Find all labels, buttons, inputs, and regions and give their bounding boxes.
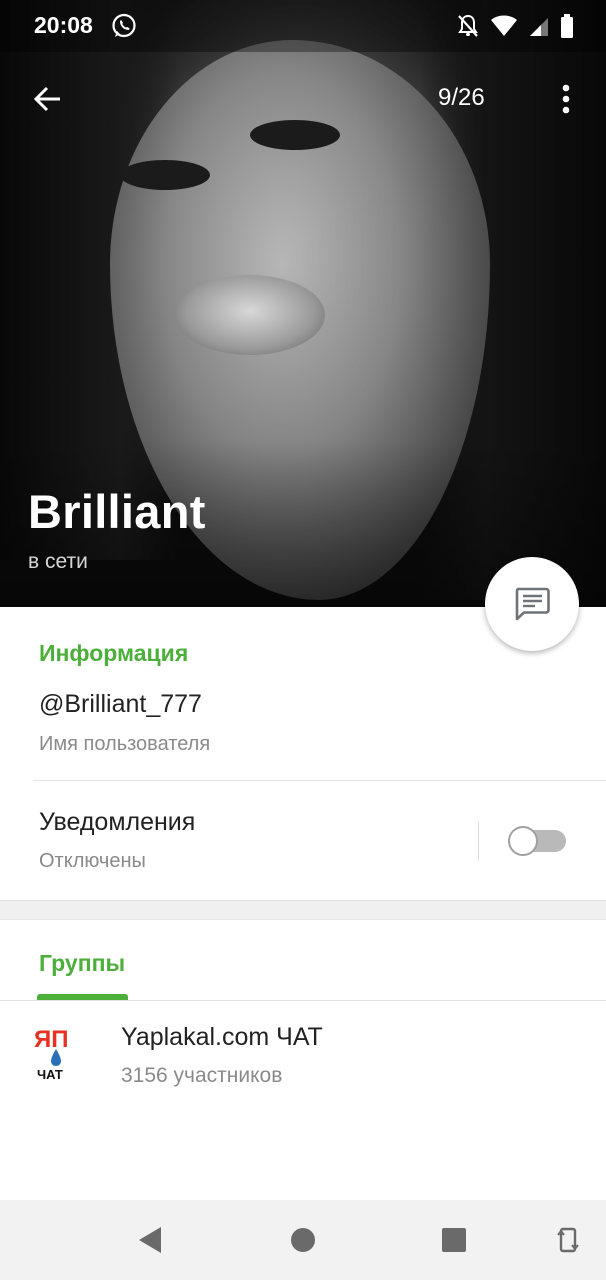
wifi-icon xyxy=(490,14,518,38)
nav-recents-button[interactable] xyxy=(434,1220,474,1260)
group-members-count: 3156 участников xyxy=(121,1064,283,1087)
back-triangle-icon xyxy=(139,1227,161,1253)
signal-icon xyxy=(528,15,550,37)
username-value[interactable]: @Brilliant_777 xyxy=(39,690,202,719)
battery-icon xyxy=(560,14,574,38)
notifications-title: Уведомления xyxy=(39,808,196,836)
logo-letters: ЯП xyxy=(34,1026,69,1053)
profile-name: Brilliant xyxy=(28,485,206,538)
groups-section-title[interactable]: Группы xyxy=(39,950,125,977)
system-nav-bar xyxy=(0,1200,606,1280)
arrow-back-icon xyxy=(33,86,60,112)
online-status: в сети xyxy=(28,550,88,573)
divider xyxy=(33,780,606,781)
toggle-knob xyxy=(508,826,538,856)
photo-lips xyxy=(175,275,325,355)
status-icons xyxy=(456,13,574,39)
message-icon xyxy=(515,587,550,621)
logo-caption: ЧАТ xyxy=(37,1067,63,1082)
status-bar: 20:08 xyxy=(0,0,606,52)
send-message-button[interactable] xyxy=(485,557,579,651)
notifications-toggle[interactable] xyxy=(508,826,566,856)
whatsapp-icon xyxy=(111,13,137,39)
home-circle-icon xyxy=(291,1228,315,1252)
status-time: 20:08 xyxy=(34,12,93,38)
section-gap xyxy=(0,900,606,920)
notifications-status: Отключены xyxy=(39,850,146,872)
notifications-off-icon xyxy=(456,13,480,39)
group-logo: ЯП ЧАТ xyxy=(30,1023,82,1083)
more-options-button[interactable] xyxy=(548,76,584,122)
nav-back-button[interactable] xyxy=(130,1220,170,1260)
nav-rotate-button[interactable] xyxy=(548,1220,588,1260)
back-button[interactable] xyxy=(22,76,72,122)
recents-square-icon xyxy=(442,1228,466,1252)
photo-counter: 9/26 xyxy=(438,84,485,111)
nav-home-button[interactable] xyxy=(283,1220,323,1260)
info-section-title: Информация xyxy=(39,640,189,666)
vertical-separator xyxy=(478,822,479,860)
username-label: Имя пользователя xyxy=(39,733,211,755)
group-list-item[interactable]: ЯП ЧАТ Yaplakal.com ЧАТ 3156 участников xyxy=(0,1001,606,1101)
more-vert-icon xyxy=(562,84,570,114)
group-name: Yaplakal.com ЧАТ xyxy=(121,1023,323,1051)
photo-eye xyxy=(250,120,340,150)
photo-eye xyxy=(120,160,210,190)
rotate-icon xyxy=(557,1227,579,1253)
